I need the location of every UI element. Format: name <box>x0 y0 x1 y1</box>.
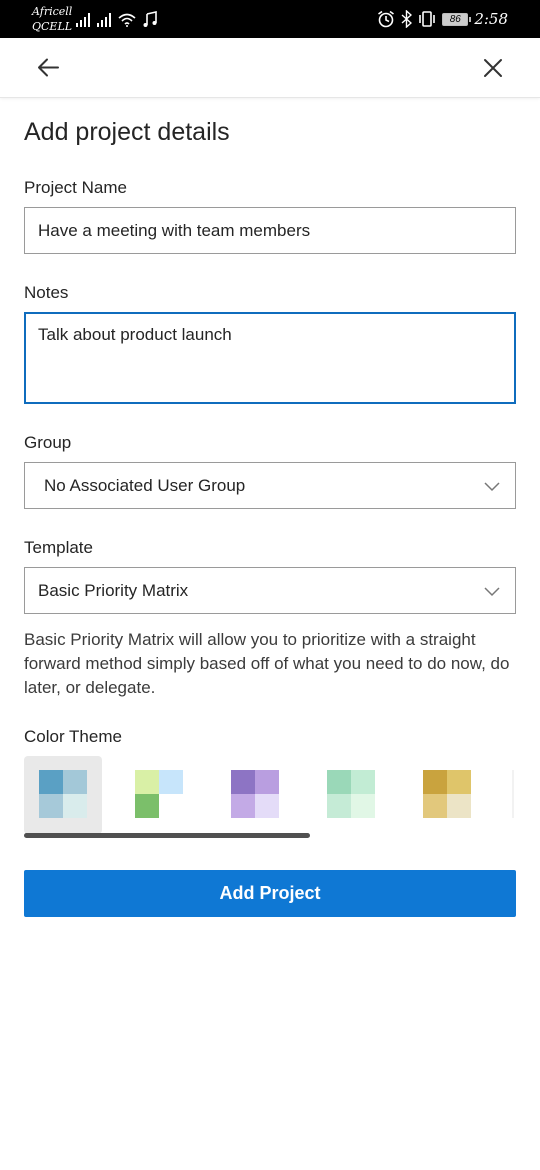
battery-icon: 86 <box>442 12 472 26</box>
carrier-label: Africell QCELL <box>32 4 72 34</box>
carrier-name-2: QCELL <box>32 20 73 33</box>
template-description: Basic Priority Matrix will allow you to … <box>24 630 510 697</box>
vibrate-icon <box>419 11 436 27</box>
group-label: Group <box>24 433 72 452</box>
wifi-icon <box>118 13 136 27</box>
theme-swatch <box>39 770 87 818</box>
theme-swatch <box>423 770 471 818</box>
chevron-down-icon <box>484 586 500 596</box>
template-label: Template <box>24 538 93 557</box>
music-icon <box>143 11 157 27</box>
theme-swatch <box>231 770 279 818</box>
group-select[interactable]: No Associated User Group <box>24 462 516 509</box>
group-select-value: No Associated User Group <box>44 475 246 495</box>
theme-option-mint[interactable] <box>312 756 390 834</box>
close-icon <box>484 59 502 77</box>
carrier-name-1: Africell <box>32 5 73 18</box>
color-theme-label: Color Theme <box>24 727 122 746</box>
project-name-label: Project Name <box>24 178 127 197</box>
page-title: Add project details <box>24 118 230 146</box>
status-time: 2:58 <box>474 10 508 28</box>
template-select-value: Basic Priority Matrix <box>38 580 189 600</box>
theme-swatch <box>327 770 375 818</box>
signal-icon <box>76 13 90 27</box>
bluetooth-icon <box>401 10 413 28</box>
theme-option-lime-green[interactable] <box>120 756 198 834</box>
theme-option-blue[interactable] <box>24 756 102 834</box>
alarm-icon <box>378 10 395 28</box>
add-project-button[interactable]: Add Project <box>24 870 516 917</box>
project-name-input[interactable] <box>24 207 516 254</box>
theme-option-purple[interactable] <box>216 756 294 834</box>
close-button[interactable] <box>478 53 508 83</box>
notes-textarea[interactable]: Talk about product launch <box>24 312 516 404</box>
signal-icon <box>97 13 111 27</box>
theme-overflow-edge <box>512 770 514 818</box>
top-app-bar <box>0 38 540 98</box>
notes-label: Notes <box>24 283 69 302</box>
color-theme-picker <box>24 756 540 834</box>
arrow-left-icon <box>38 58 59 77</box>
template-select[interactable]: Basic Priority Matrix <box>24 567 516 614</box>
theme-option-gold[interactable] <box>408 756 486 834</box>
back-button[interactable] <box>30 53 66 83</box>
horizontal-scrollbar[interactable] <box>24 833 310 838</box>
theme-swatch <box>135 770 183 818</box>
status-bar: Africell QCELL 86 2:58 <box>0 0 540 38</box>
chevron-down-icon <box>484 481 500 491</box>
